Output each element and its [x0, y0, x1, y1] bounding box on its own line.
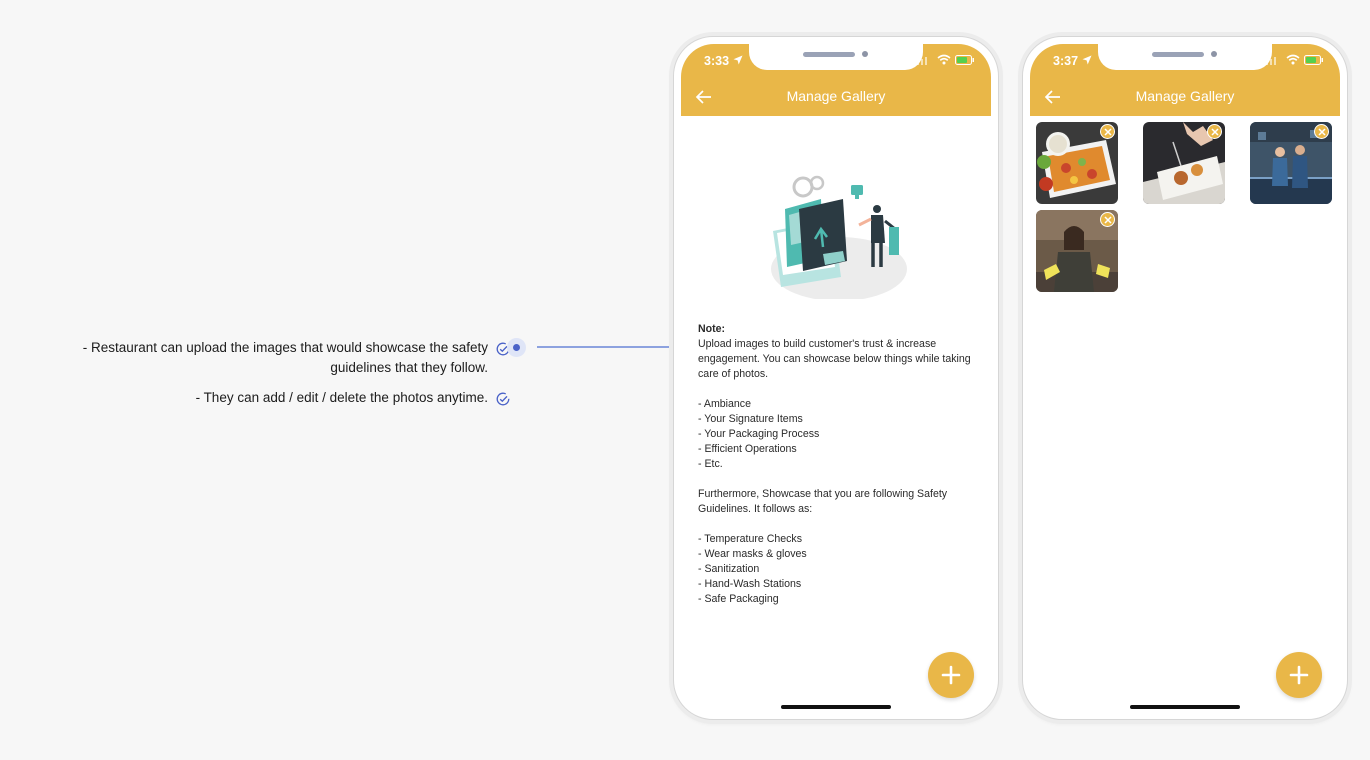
check-circle-icon [496, 392, 510, 406]
screen: 3:37 Manage Gallery [1030, 44, 1340, 712]
showcase-item: - Your Packaging Process [698, 428, 820, 440]
annotation-dot-marker [507, 338, 526, 357]
safety-intro: Furthermore, Showcase that you are follo… [698, 488, 948, 515]
annotation-upload-safety: - Restaurant can upload the images that … [28, 338, 510, 378]
phone-frame-empty-gallery: 3:33 Manage Gallery Note: Upload images … [673, 36, 999, 720]
gallery-photo[interactable] [1036, 210, 1118, 292]
delete-photo-button[interactable] [1100, 124, 1115, 139]
plus-icon [1289, 665, 1309, 685]
gallery-note: Note: Upload images to build customer's … [698, 322, 978, 607]
safety-item: - Sanitization [698, 563, 760, 575]
showcase-item: - Ambiance [698, 398, 751, 410]
delete-photo-button[interactable] [1207, 124, 1222, 139]
gallery-photo[interactable] [1036, 122, 1118, 204]
safety-item: - Wear masks & gloves [698, 548, 807, 560]
camera [1211, 51, 1217, 57]
speaker [803, 52, 855, 57]
speaker [1152, 52, 1204, 57]
notch [749, 44, 923, 70]
add-photo-button[interactable] [1276, 652, 1322, 698]
safety-item: - Hand-Wash Stations [698, 578, 802, 590]
annotation-add-edit-delete: - They can add / edit / delete the photo… [28, 388, 510, 408]
notch [1098, 44, 1272, 70]
gallery-photo[interactable] [1250, 122, 1332, 204]
note-intro: Upload images to build customer's trust … [698, 338, 971, 380]
screen: 3:33 Manage Gallery Note: Upload images … [681, 44, 991, 712]
annotation-connector-line [537, 346, 675, 348]
plus-icon [941, 665, 961, 685]
close-icon [1210, 127, 1219, 136]
add-photo-button[interactable] [928, 652, 974, 698]
annotation-text: - They can add / edit / delete the photo… [195, 390, 488, 405]
app-bar: Manage Gallery [681, 82, 991, 116]
gallery-photo[interactable] [1143, 122, 1225, 204]
delete-photo-button[interactable] [1314, 124, 1329, 139]
home-indicator [781, 705, 891, 709]
close-icon [1317, 127, 1326, 136]
close-icon [1103, 215, 1112, 224]
wifi-icon [937, 54, 951, 65]
app-title: Manage Gallery [1135, 88, 1235, 104]
annotation-panel: - Restaurant can upload the images that … [0, 0, 680, 760]
location-arrow-icon [733, 55, 743, 65]
battery-icon [955, 55, 974, 65]
home-indicator [1130, 705, 1240, 709]
camera [862, 51, 868, 57]
location-arrow-icon [1082, 55, 1092, 65]
delete-photo-button[interactable] [1100, 212, 1115, 227]
app-bar: Manage Gallery [1030, 82, 1340, 116]
showcase-item: - Etc. [698, 458, 723, 470]
battery-icon [1304, 55, 1323, 65]
status-time: 3:33 [704, 54, 730, 68]
note-heading: Note: [698, 323, 726, 335]
status-time: 3:37 [1053, 54, 1079, 68]
wifi-icon [1286, 54, 1300, 65]
app-title: Manage Gallery [786, 88, 886, 104]
safety-item: - Temperature Checks [698, 533, 803, 545]
upload-illustration [771, 175, 907, 299]
showcase-item: - Efficient Operations [698, 443, 797, 455]
showcase-item: - Your Signature Items [698, 413, 803, 425]
annotation-text: - Restaurant can upload the images that … [82, 340, 488, 375]
close-icon [1103, 127, 1112, 136]
safety-item: - Safe Packaging [698, 593, 779, 605]
phone-frame-gallery-photos: 3:37 Manage Gallery [1022, 36, 1348, 720]
